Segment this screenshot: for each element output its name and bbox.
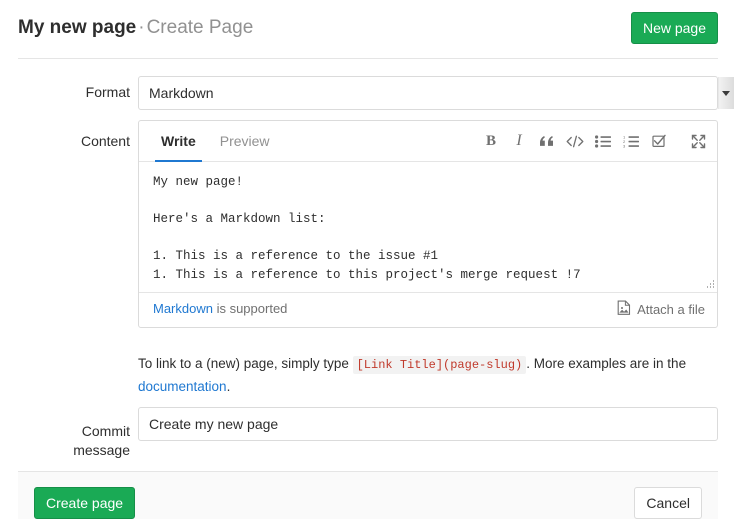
commit-message-row: Commit message (0, 407, 735, 457)
content-label: Content (10, 132, 130, 151)
help-code-snippet: [Link Title](page-slug) (353, 356, 527, 374)
markdown-supported-text: is supported (213, 301, 287, 316)
attach-file-button[interactable]: Attach a file (617, 300, 705, 318)
fullscreen-icon[interactable] (687, 129, 709, 153)
attach-file-icon (617, 300, 631, 318)
markdown-editor: Write Preview B I (138, 120, 718, 328)
tab-write[interactable]: Write (149, 121, 208, 161)
documentation-link[interactable]: documentation (138, 379, 227, 394)
page-header: My new page·Create Page New page (18, 0, 718, 60)
form-actions-bar: Create page Cancel (18, 471, 718, 519)
bullet-list-icon[interactable] (592, 129, 614, 153)
format-row: Format Markdown (0, 76, 735, 110)
italic-icon[interactable]: I (508, 129, 530, 153)
markdown-supported-note: Markdown is supported (153, 301, 287, 316)
chevron-down-icon (718, 77, 734, 109)
markdown-toolbar: B I (474, 121, 709, 161)
editor-tabs: Write Preview (149, 121, 282, 161)
quote-icon[interactable] (536, 129, 558, 153)
commit-message-label: Commit message (10, 422, 130, 460)
markdown-editor-header: Write Preview B I (139, 121, 717, 162)
page-title-sub: Create Page (147, 17, 254, 38)
help-text-before: To link to a (new) page, simply type (138, 356, 353, 371)
commit-message-label-line2: message (10, 441, 130, 460)
format-label: Format (10, 83, 130, 102)
code-icon[interactable] (564, 129, 586, 153)
numbered-list-icon[interactable]: 1 2 3 (620, 129, 642, 153)
markdown-help-link[interactable]: Markdown (153, 301, 213, 316)
page-title-main: My new page (18, 17, 136, 38)
format-select[interactable]: Markdown (138, 76, 718, 110)
page-title-separator: · (138, 17, 144, 38)
content-textarea[interactable] (139, 162, 717, 292)
svg-text:3: 3 (623, 143, 626, 147)
page-title: My new page·Create Page (18, 16, 253, 40)
new-page-button[interactable]: New page (631, 12, 718, 44)
cancel-button[interactable]: Cancel (634, 487, 702, 519)
markdown-editor-footer: Markdown is supported Attach a file (139, 292, 717, 327)
tab-preview[interactable]: Preview (208, 121, 282, 161)
textarea-resize-handle[interactable] (704, 280, 714, 290)
attach-file-label: Attach a file (637, 302, 705, 317)
bold-icon[interactable]: B (480, 129, 502, 153)
markdown-editor-body (139, 162, 717, 292)
commit-message-input[interactable] (138, 407, 718, 441)
help-text-period: . (227, 379, 231, 394)
help-text-after: . More examples are in the (526, 356, 686, 371)
task-list-icon[interactable] (648, 129, 670, 153)
create-page-button[interactable]: Create page (34, 487, 135, 519)
link-help-text: To link to a (new) page, simply type [Li… (138, 353, 720, 397)
commit-message-label-line1: Commit (10, 422, 130, 441)
header-divider (18, 58, 718, 59)
